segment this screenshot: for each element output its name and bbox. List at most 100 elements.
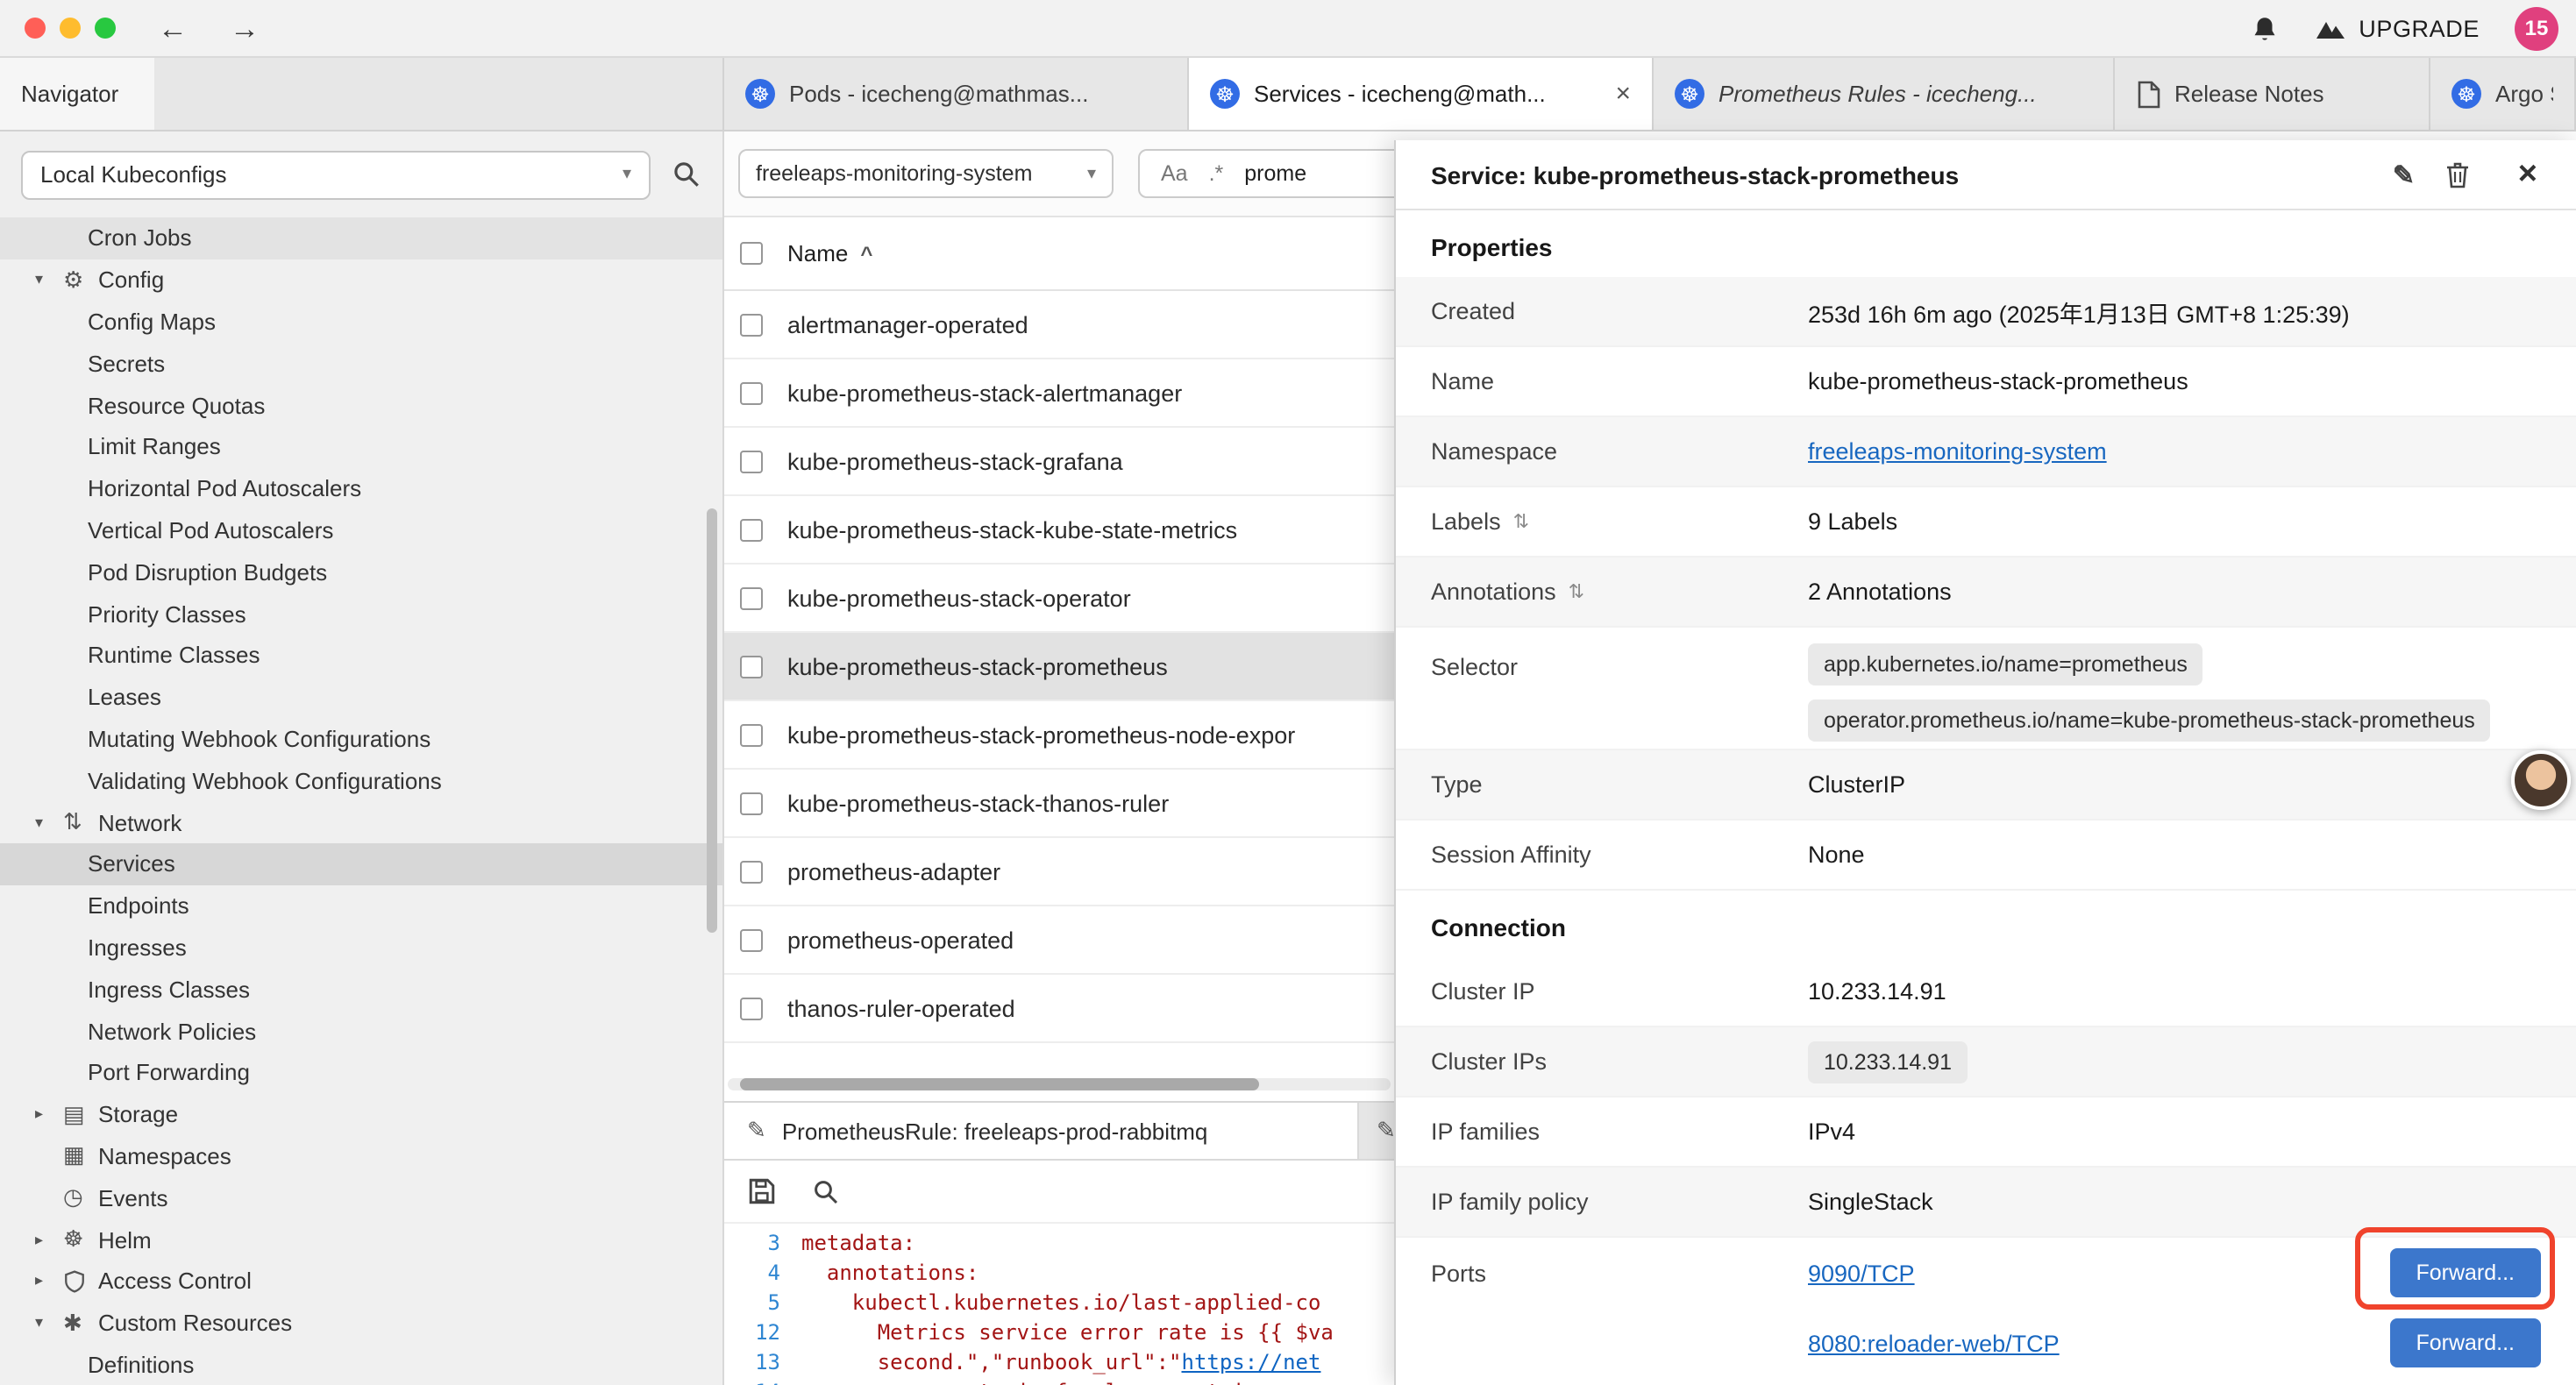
sidebar-item-storage[interactable]: ▸ ▤ Storage <box>0 1093 722 1135</box>
detail-label: Cluster IPs <box>1431 1048 1808 1075</box>
sidebar-item-validating-webhook-configurations[interactable]: Validating Webhook Configurations <box>0 760 722 802</box>
chevron-down-icon[interactable]: ▾ <box>35 270 63 289</box>
kubeconfig-selector[interactable]: Local Kubeconfigs ▾ <box>21 150 651 199</box>
sidebar-item-resource-quotas[interactable]: Resource Quotas <box>0 384 722 426</box>
row-checkbox[interactable] <box>740 450 763 472</box>
tab-services[interactable]: ☸ Services - icecheng@math... × <box>1189 58 1654 130</box>
sidebar-item-definitions[interactable]: Definitions <box>0 1344 722 1385</box>
sidebar-item-services[interactable]: Services <box>0 843 722 885</box>
select-all-checkbox[interactable] <box>740 242 763 265</box>
sidebar-item-secrets[interactable]: Secrets <box>0 343 722 385</box>
tab-argo[interactable]: ☸ Argo S <box>2430 58 2576 130</box>
vertical-scrollbar[interactable] <box>707 508 717 933</box>
row-checkbox[interactable] <box>740 655 763 678</box>
sidebar-item-vertical-pod-autoscalers[interactable]: Vertical Pod Autoscalers <box>0 509 722 551</box>
chevron-right-icon[interactable]: ▸ <box>35 1230 63 1249</box>
save-icon[interactable] <box>747 1176 777 1206</box>
match-case-toggle[interactable]: Aa <box>1161 161 1188 186</box>
tab-release-notes[interactable]: Release Notes <box>2115 58 2430 130</box>
close-window-button[interactable] <box>25 18 46 39</box>
close-tab-icon[interactable]: × <box>1615 79 1631 109</box>
yaml-key: kubectl.kubernetes.io/last-applied-co <box>801 1289 1320 1318</box>
bell-icon[interactable] <box>2250 13 2280 43</box>
forward-arrow-icon[interactable]: → <box>230 13 260 43</box>
user-avatar[interactable] <box>2511 750 2571 810</box>
config-icon: ⚙ <box>63 266 98 294</box>
document-icon <box>2136 80 2160 108</box>
sidebar-item-port-forwarding[interactable]: Port Forwarding <box>0 1052 722 1094</box>
pencil-icon: ✎ <box>1377 1117 1396 1145</box>
sidebar-item-runtime-classes[interactable]: Runtime Classes <box>0 635 722 677</box>
forward-button[interactable]: Forward... <box>2389 1318 2541 1367</box>
tab-prometheus-rules[interactable]: ☸ Prometheus Rules - icecheng... <box>1654 58 2115 130</box>
sidebar-item-namespaces[interactable]: ▦ Namespaces <box>0 1135 722 1177</box>
row-checkbox[interactable] <box>740 860 763 883</box>
storage-icon: ▤ <box>63 1100 98 1128</box>
sidebar-item-config-maps[interactable]: Config Maps <box>0 301 722 343</box>
horizontal-scrollbar-track[interactable] <box>728 1078 1391 1090</box>
notification-count-badge[interactable]: 15 <box>2515 6 2558 50</box>
chevron-down-icon[interactable]: ▾ <box>35 813 63 832</box>
url-link[interactable]: https://net <box>1182 1348 1321 1378</box>
service-name: alertmanager-operated <box>787 311 1028 337</box>
sidebar-item-cron-jobs[interactable]: Cron Jobs <box>0 217 722 259</box>
row-checkbox[interactable] <box>740 518 763 541</box>
row-checkbox[interactable] <box>740 381 763 404</box>
sidebar-item-endpoints[interactable]: Endpoints <box>0 885 722 927</box>
sidebar-item-mutating-webhook-configurations[interactable]: Mutating Webhook Configurations <box>0 718 722 760</box>
expand-collapse-icon[interactable]: ⇅ <box>1569 580 1584 603</box>
tab-pods[interactable]: ☸ Pods - icecheng@mathmas... <box>724 58 1189 130</box>
row-checkbox[interactable] <box>740 997 763 1019</box>
zoom-window-button[interactable] <box>95 18 116 39</box>
expand-collapse-icon[interactable]: ⇅ <box>1513 510 1529 533</box>
upgrade-button[interactable]: UPGRADE <box>2315 15 2480 41</box>
row-checkbox[interactable] <box>740 586 763 609</box>
trash-icon[interactable] <box>2444 140 2471 210</box>
forward-button[interactable]: Forward... <box>2389 1248 2541 1297</box>
search-icon[interactable] <box>812 1177 840 1205</box>
regex-toggle[interactable]: .* <box>1209 161 1224 186</box>
chevron-right-icon[interactable]: ▸ <box>35 1272 63 1291</box>
row-checkbox[interactable] <box>740 928 763 951</box>
detail-row-cluster-ips: Cluster IPs 10.233.14.91 <box>1396 1027 2576 1097</box>
name-column-header[interactable]: Name ^ <box>787 240 872 266</box>
sidebar-item-limit-ranges[interactable]: Limit Ranges <box>0 426 722 468</box>
sidebar-item-priority-classes[interactable]: Priority Classes <box>0 593 722 635</box>
detail-value: SingleStack <box>1808 1189 1933 1215</box>
line-number: 13 <box>724 1348 801 1378</box>
horizontal-scrollbar-thumb[interactable] <box>740 1078 1259 1090</box>
minimize-window-button[interactable] <box>60 18 81 39</box>
events-icon: ◷ <box>63 1183 98 1211</box>
sidebar-item-horizontal-pod-autoscalers[interactable]: Horizontal Pod Autoscalers <box>0 468 722 510</box>
sidebar-item-ingress-classes[interactable]: Ingress Classes <box>0 969 722 1011</box>
chevron-right-icon[interactable]: ▸ <box>35 1104 63 1124</box>
chevron-down-icon[interactable]: ▾ <box>35 1313 63 1332</box>
sidebar-item-custom-resources[interactable]: ▾ ✱ Custom Resources <box>0 1302 722 1344</box>
search-icon[interactable] <box>672 160 701 189</box>
sidebar-item-network[interactable]: ▾ ⇅ Network <box>0 801 722 843</box>
back-arrow-icon[interactable]: ← <box>158 13 188 43</box>
namespace-selector[interactable]: freeleaps-monitoring-system ▾ <box>738 149 1114 198</box>
detail-label: Selector <box>1431 643 1808 680</box>
dock-tab-prometheusrule[interactable]: ✎ PrometheusRule: freeleaps-prod-rabbitm… <box>724 1103 1359 1159</box>
row-checkbox[interactable] <box>740 723 763 746</box>
sidebar-item-label: Limit Ranges <box>88 434 221 460</box>
port-link[interactable]: 9090/TCP <box>1808 1260 1915 1286</box>
close-icon[interactable]: × <box>2518 140 2537 210</box>
sidebar-item-pod-disruption-budgets[interactable]: Pod Disruption Budgets <box>0 551 722 593</box>
yaml-string: second.","runbook_url":" <box>801 1348 1182 1378</box>
row-checkbox[interactable] <box>740 792 763 814</box>
sidebar-item-access-control[interactable]: ▸ Access Control <box>0 1261 722 1303</box>
sidebar-item-helm[interactable]: ▸ ☸ Helm <box>0 1218 722 1261</box>
sidebar-item-label: Secrets <box>88 351 165 377</box>
edit-icon[interactable]: ✎ <box>2393 140 2415 210</box>
row-checkbox[interactable] <box>740 313 763 336</box>
detail-value: IPv4 <box>1808 1119 1855 1145</box>
sidebar-item-ingresses[interactable]: Ingresses <box>0 927 722 969</box>
sidebar-item-config[interactable]: ▾ ⚙ Config <box>0 259 722 302</box>
sidebar-item-leases[interactable]: Leases <box>0 677 722 719</box>
namespace-link[interactable]: freeleaps-monitoring-system <box>1808 438 2107 465</box>
sidebar-item-network-policies[interactable]: Network Policies <box>0 1010 722 1052</box>
sidebar-item-events[interactable]: ◷ Events <box>0 1177 722 1219</box>
port-link[interactable]: 8080:reloader-web/TCP <box>1808 1330 2060 1356</box>
